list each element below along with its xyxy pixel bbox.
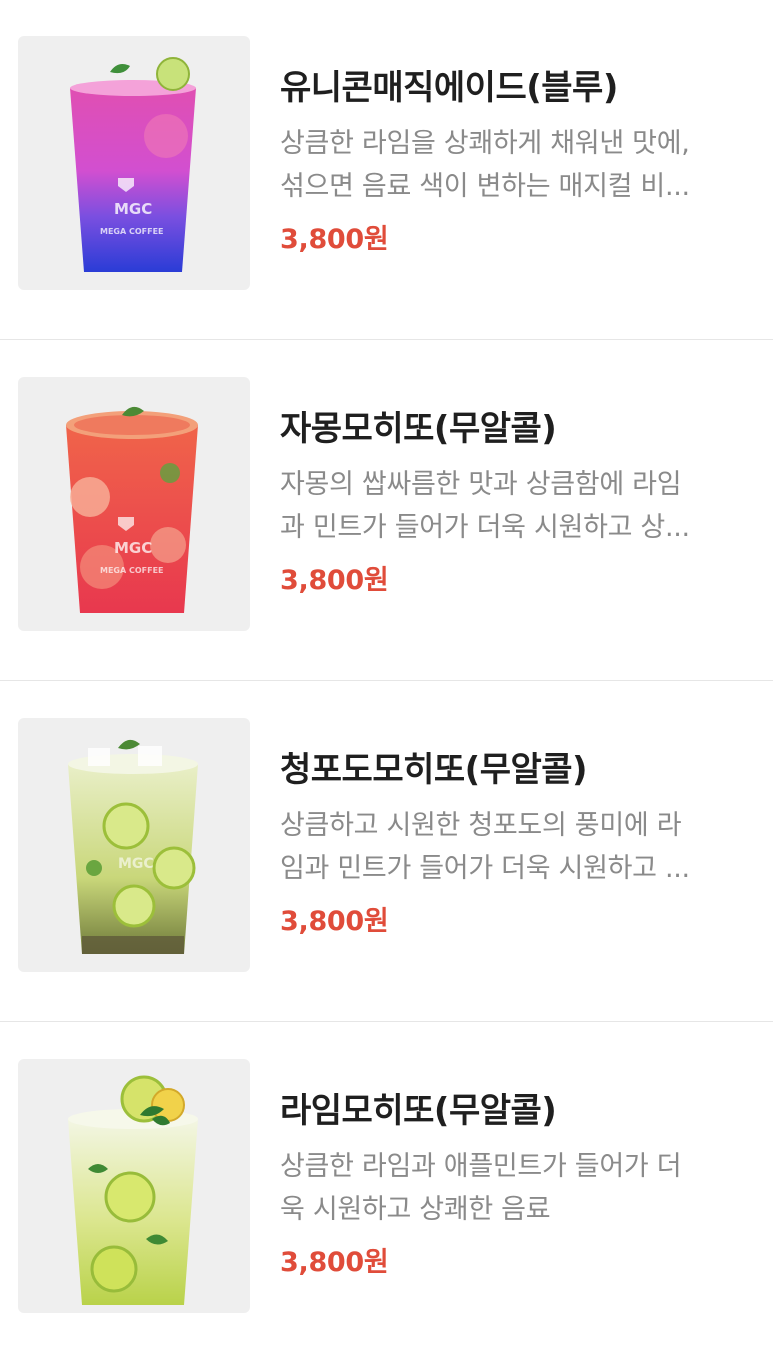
lime-mojito-cup-icon [68,1075,198,1305]
description-line: 상큼하고 시원한 청포도의 풍미에 라 [280,810,682,841]
product-description: 상큼하고 시원한 청포도의 풍미에 라 임과 민트가 들어가 더욱 시원하고 .… [280,804,740,890]
description-line: 욱 시원하고 상쾌한 음료 [280,1194,551,1225]
product-price: 3,800원 [280,565,389,596]
cup-logo-text: MGC [114,200,152,218]
divider [0,680,773,681]
product-image: MGC [18,718,250,972]
divider [0,1021,773,1022]
product-name: 청포도모히또(무알콜) [280,750,588,790]
description-line: 자몽의 쌉싸름한 맛과 상큼함에 라임 [280,469,682,500]
cup-brand-text: MEGA COFFEE [100,566,164,575]
cup-brand-text: MEGA COFFEE [100,227,164,236]
product-description: 자몽의 쌉싸름한 맛과 상큼함에 라임 과 민트가 들어가 더욱 시원하고 상.… [280,463,740,549]
product-description: 상큼한 라임과 애플민트가 들어가 더 욱 시원하고 상쾌한 음료 [280,1145,740,1231]
product-image [18,1059,250,1313]
product-description: 상큼한 라임을 상쾌하게 채워낸 맛에, 섞으면 음료 색이 변하는 매지컬 비… [280,122,740,208]
description-line: 상큼한 라임과 애플민트가 들어가 더 [280,1151,682,1182]
product-price: 3,800원 [280,224,389,255]
green-grape-mojito-cup-icon: MGC [68,739,198,954]
product-image: MGC MEGA COFFEE [18,36,250,290]
menu-item-grapefruit-mojito[interactable]: MGC MEGA COFFEE 자몽모히또(무알콜) 자몽의 쌉싸름한 맛과 상… [0,341,773,681]
menu-item-unicorn-magic-ade[interactable]: MGC MEGA COFFEE 유니콘매직에이드(블루) 상큼한 라임을 상쾌하… [0,0,773,340]
cup-logo-text: MGC [114,539,152,557]
description-line: 과 민트가 들어가 더욱 시원하고 상... [280,512,690,543]
menu-item-lime-mojito[interactable]: 라임모히또(무알콜) 상큼한 라임과 애플민트가 들어가 더 욱 시원하고 상쾌… [0,1023,773,1363]
menu-item-green-grape-mojito[interactable]: MGC 청포도모히또(무알콜) 상큼하고 시원한 청포도의 풍미에 라 임과 민… [0,682,773,1022]
description-line: 섞으면 음료 색이 변하는 매지컬 비... [280,171,690,202]
product-name: 자몽모히또(무알콜) [280,409,557,449]
product-price: 3,800원 [280,906,389,937]
product-price: 3,800원 [280,1247,389,1278]
cup-logo-text: MGC [118,856,154,872]
product-name: 라임모히또(무알콜) [280,1091,557,1131]
blue-pink-ade-cup-icon: MGC MEGA COFFEE [70,57,196,272]
description-line: 상큼한 라임을 상쾌하게 채워낸 맛에, [280,128,690,159]
menu-list: MGC MEGA COFFEE 유니콘매직에이드(블루) 상큼한 라임을 상쾌하… [0,0,773,1336]
product-image: MGC MEGA COFFEE [18,377,250,631]
grapefruit-mojito-cup-icon: MGC MEGA COFFEE [66,406,198,613]
description-line: 임과 민트가 들어가 더욱 시원하고 ... [280,853,690,884]
divider [0,339,773,340]
product-name: 유니콘매직에이드(블루) [280,68,618,108]
